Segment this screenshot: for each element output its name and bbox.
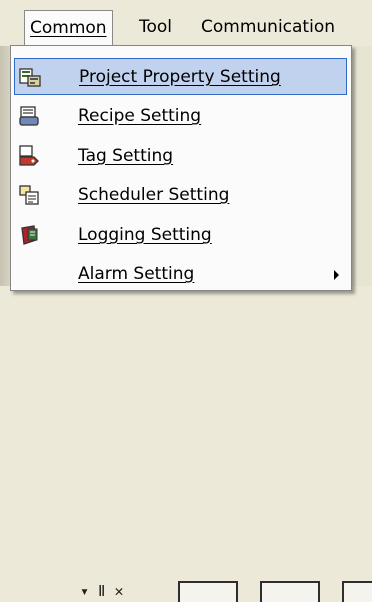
menu-item-scheduler-setting[interactable]: Scheduler Setting [14,177,347,214]
close-icon[interactable]: ▾ Ⅱ ✕ [80,582,124,600]
menu-communication[interactable]: Communication [196,10,340,44]
app-background-right [352,46,372,286]
toolbar-button[interactable] [342,581,372,602]
scheduler-icon [19,185,39,205]
tag-icon [19,145,39,166]
menu-communication-label: Communication [201,17,335,37]
menu-bar: Common Tool Communication [0,0,372,46]
toolbar-button[interactable] [260,581,320,602]
menu-tool-label: Tool [139,17,173,37]
menu-item-label: Logging Setting [78,225,212,245]
menu-item-tag-setting[interactable]: Tag Setting [14,138,347,175]
menu-item-label: Alarm Setting [78,264,195,284]
logging-icon [21,225,38,245]
menu-item-project-property-setting[interactable]: Project Property Setting [14,58,347,95]
project-property-icon [19,68,41,87]
menu-item-label: Recipe Setting [78,106,202,126]
common-dropdown-menu: Project Property Setting Recipe Setting … [10,45,352,291]
menu-common[interactable]: Common [24,10,113,46]
menu-item-label: Project Property Setting [79,67,281,87]
submenu-arrow-icon [334,270,339,280]
menu-tool[interactable]: Tool [134,10,177,44]
toolbar-button[interactable] [178,581,238,602]
menu-item-recipe-setting[interactable]: Recipe Setting [14,98,347,135]
menu-item-logging-setting[interactable]: Logging Setting [14,217,347,254]
menu-item-alarm-setting[interactable]: Alarm Setting [14,256,347,293]
recipe-icon [19,106,39,126]
menu-item-label: Scheduler Setting [78,185,230,205]
menu-item-label: Tag Setting [78,146,174,166]
menu-common-label: Common [30,18,107,38]
